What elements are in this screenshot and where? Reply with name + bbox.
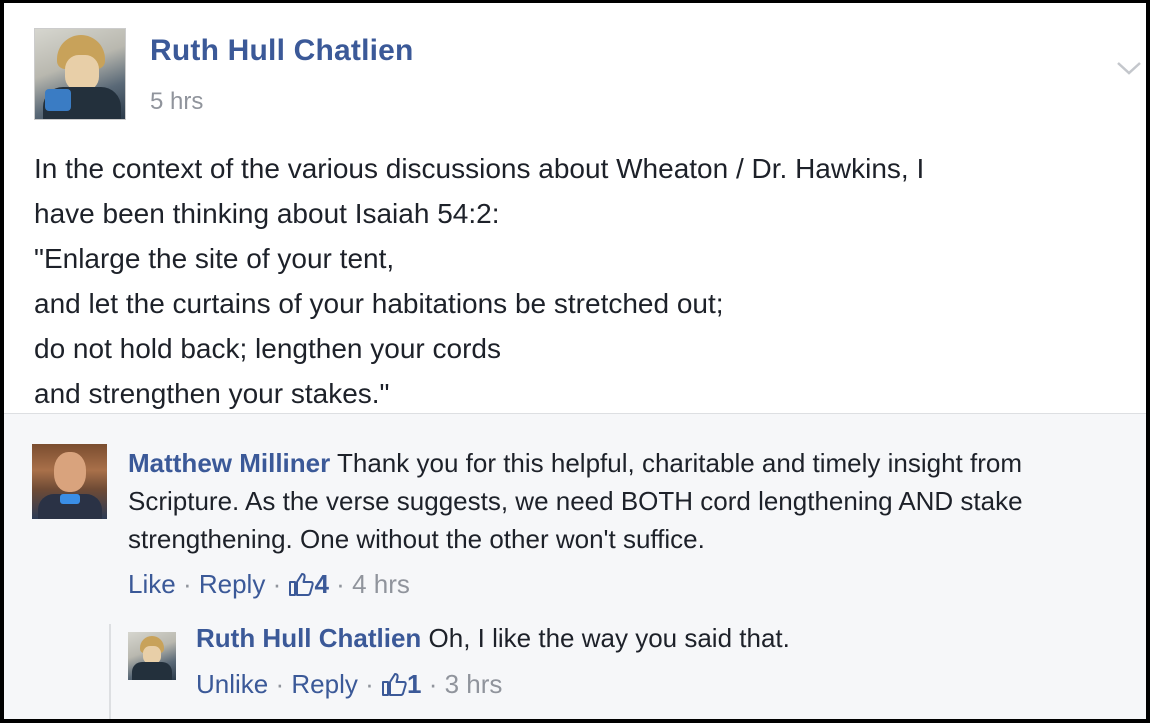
separator: · — [365, 669, 374, 699]
chevron-down-icon[interactable] — [1116, 58, 1142, 78]
reply-thread-line — [109, 624, 111, 719]
reply-line: Ruth Hull Chatlien Oh, I like the way yo… — [196, 619, 1126, 657]
reply-link[interactable]: Reply — [291, 669, 357, 699]
reply-link[interactable]: Reply — [199, 569, 265, 599]
comment-body-line: Thank you for this helpful, charitable a… — [330, 448, 1023, 478]
like-link[interactable]: Like — [128, 569, 176, 599]
reply-actions: Unlike · Reply · 1 · 3 hrs — [196, 669, 502, 700]
post-body-line: have been thinking about Isaiah 54:2: — [34, 198, 500, 229]
separator: · — [182, 569, 192, 599]
comment-body-line: Scripture. As the verse suggests, we nee… — [128, 486, 1023, 516]
separator: · — [428, 669, 438, 699]
facebook-post: Ruth Hull Chatlien 5 hrs In the context … — [4, 3, 1146, 719]
post-timestamp[interactable]: 5 hrs — [150, 88, 203, 116]
post-author-name[interactable]: Ruth Hull Chatlien — [150, 34, 414, 68]
thumbs-up-icon[interactable] — [288, 572, 315, 596]
post-body-line: "Enlarge the site of your tent, — [34, 243, 395, 274]
post-body-line: In the context of the various discussion… — [34, 153, 925, 184]
thumbs-up-icon[interactable] — [381, 672, 407, 696]
avatar-face — [54, 452, 86, 492]
reply-avatar[interactable] — [128, 632, 176, 680]
separator: · — [336, 569, 345, 599]
reply-body: Oh, I like the way you said that. — [421, 623, 790, 653]
reply-author-name[interactable]: Ruth Hull Chatlien — [196, 623, 421, 653]
separator: · — [275, 669, 285, 699]
reply-timestamp[interactable]: 3 hrs — [445, 669, 503, 699]
post-body-line: do not hold back; lengthen your cords — [34, 333, 501, 364]
comment-text: Matthew Milliner Thank you for this help… — [128, 444, 1128, 558]
reply-text: Ruth Hull Chatlien Oh, I like the way yo… — [196, 619, 1126, 657]
commenter-name[interactable]: Matthew Milliner — [128, 448, 330, 478]
comment-actions: Like · Reply · 4 · 4 hrs — [128, 569, 410, 600]
like-count[interactable]: 1 — [407, 669, 421, 699]
comment-line: Matthew Milliner Thank you for this help… — [128, 444, 1128, 482]
screenshot-frame: Ruth Hull Chatlien 5 hrs In the context … — [0, 0, 1150, 723]
post-body-line: and strengthen your stakes." — [34, 378, 390, 409]
commenter-avatar[interactable] — [32, 444, 107, 519]
author-avatar[interactable] — [34, 28, 126, 120]
unlike-link[interactable]: Unlike — [196, 669, 268, 699]
like-count[interactable]: 4 — [314, 569, 328, 599]
post-body: In the context of the various discussion… — [34, 146, 1124, 416]
separator: · — [272, 569, 282, 599]
comments-section: Matthew Milliner Thank you for this help… — [4, 413, 1146, 719]
comment-timestamp[interactable]: 4 hrs — [352, 569, 410, 599]
avatar-detail — [60, 494, 80, 504]
avatar-body — [132, 662, 172, 680]
post-body-line: and let the curtains of your habitations… — [34, 288, 724, 319]
avatar-detail — [45, 89, 71, 111]
post-header: Ruth Hull Chatlien 5 hrs — [34, 28, 1141, 123]
comment-body-line: strengthening. One without the other won… — [128, 524, 705, 554]
avatar-face — [65, 55, 99, 91]
